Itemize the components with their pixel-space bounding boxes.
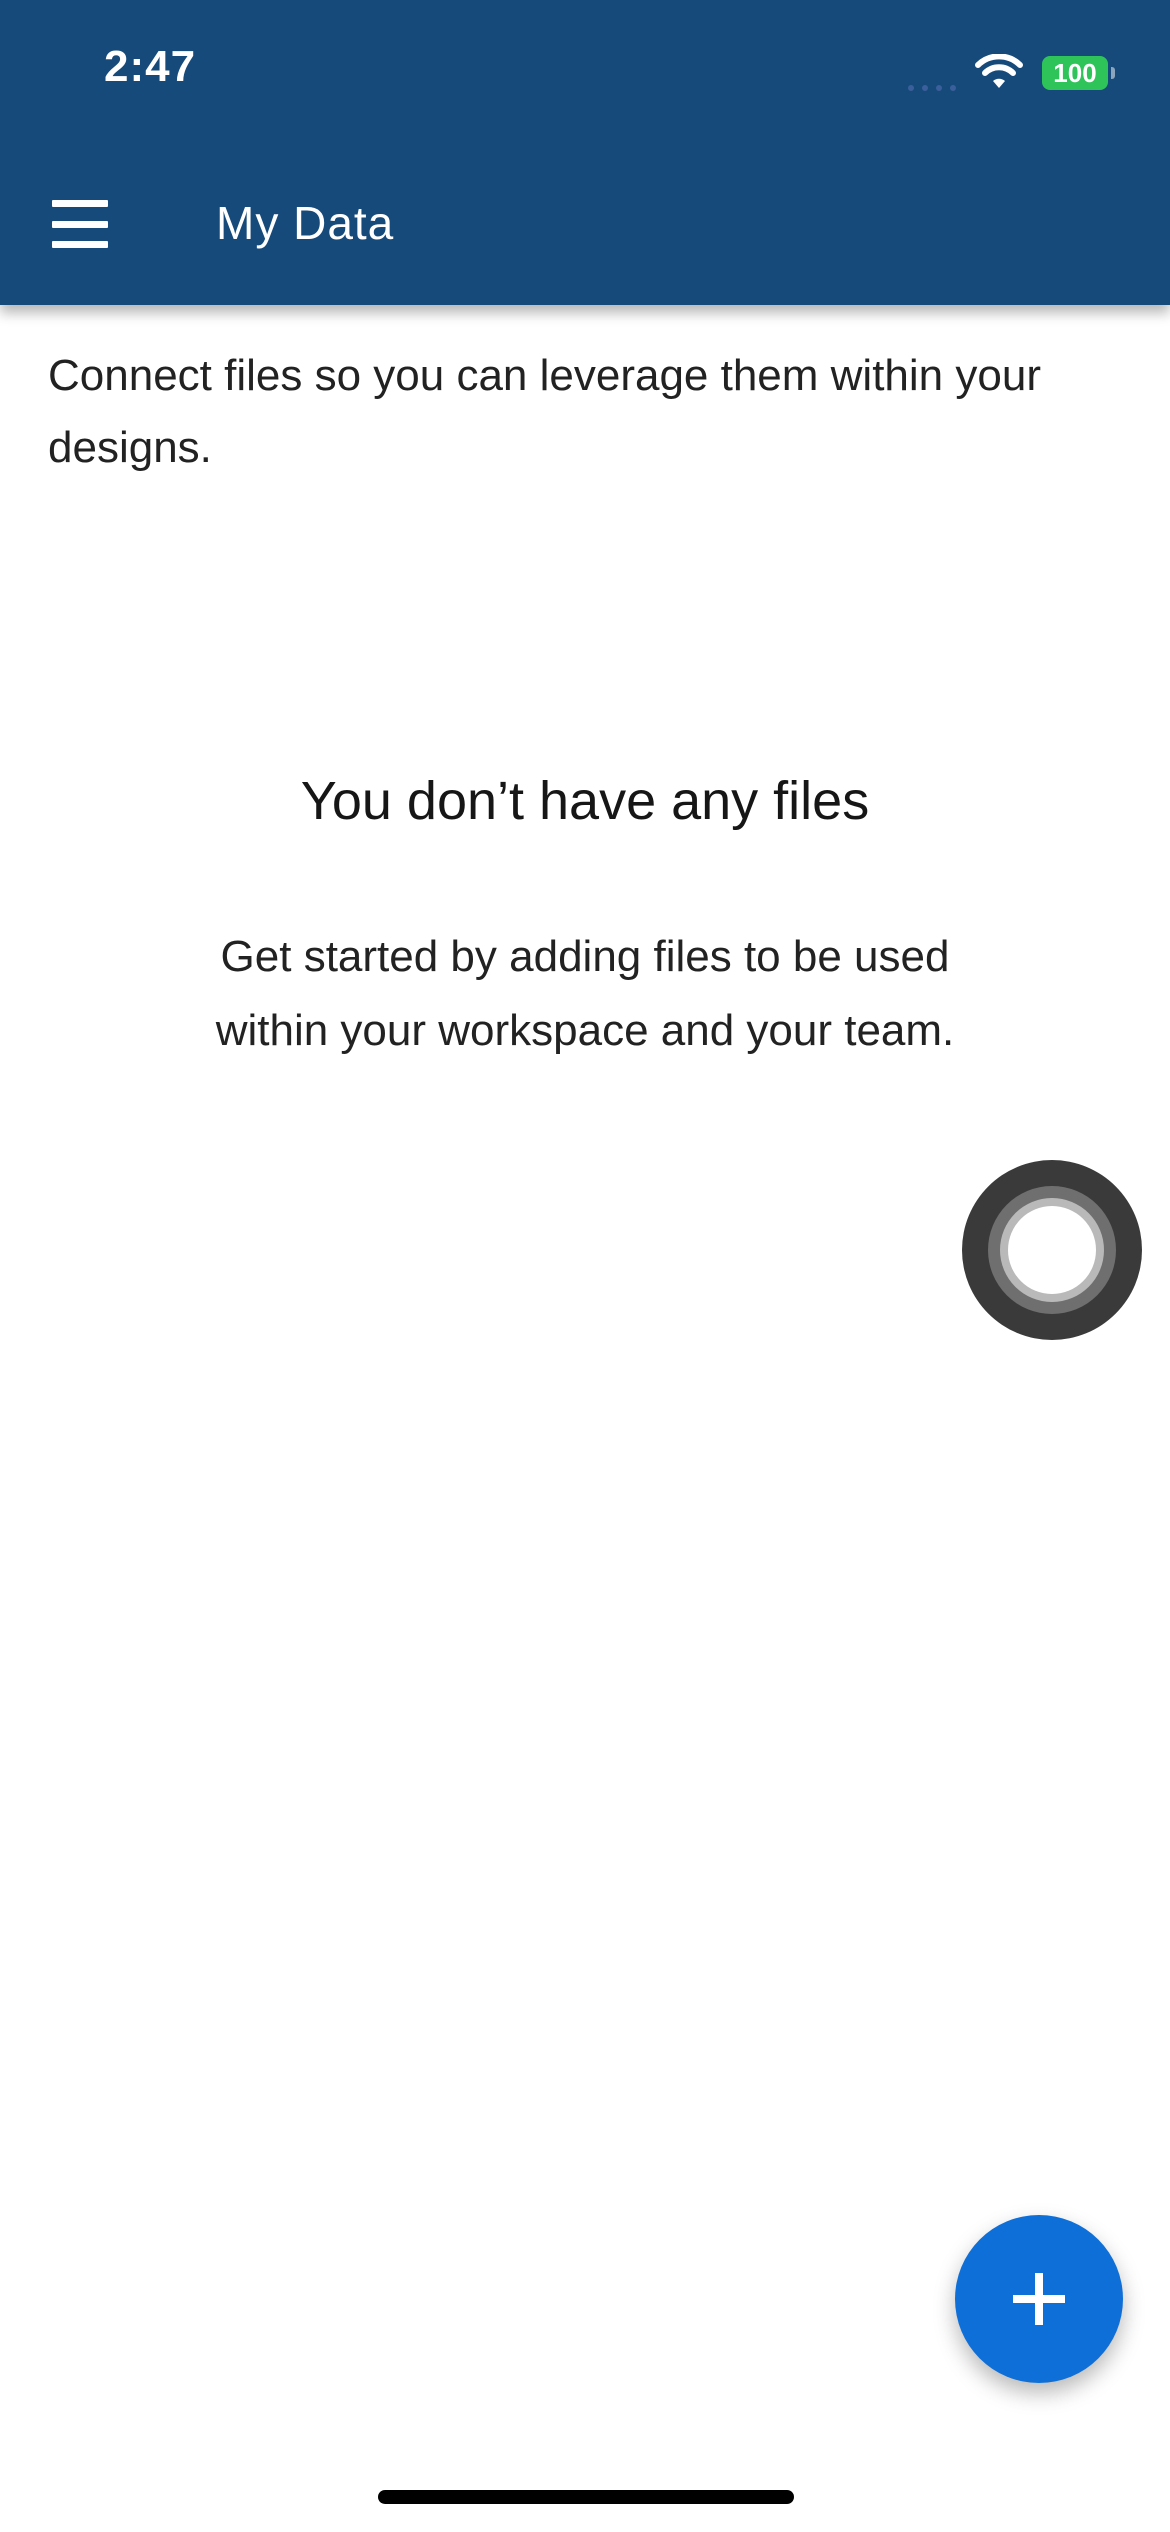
- assistive-touch-icon[interactable]: [962, 1160, 1142, 1340]
- battery-indicator: 100: [1042, 56, 1115, 90]
- status-indicators: 100: [908, 54, 1115, 92]
- plus-icon: [1013, 2273, 1065, 2325]
- status-time: 2:47: [104, 42, 197, 91]
- empty-state-description: Get started by adding files to be used w…: [215, 932, 955, 1055]
- intro-text: Connect files so you can leverage them w…: [48, 351, 1041, 472]
- empty-state-title: You don’t have any files: [300, 771, 870, 831]
- hamburger-menu-icon[interactable]: [52, 200, 116, 248]
- wifi-icon: [975, 54, 1023, 88]
- add-file-button[interactable]: [955, 2215, 1123, 2383]
- cellular-signal-icon: [908, 55, 956, 91]
- app-bar: 2:47 100 My Data: [0, 0, 1170, 305]
- home-indicator: [378, 2490, 794, 2504]
- page-title: My Data: [216, 197, 395, 249]
